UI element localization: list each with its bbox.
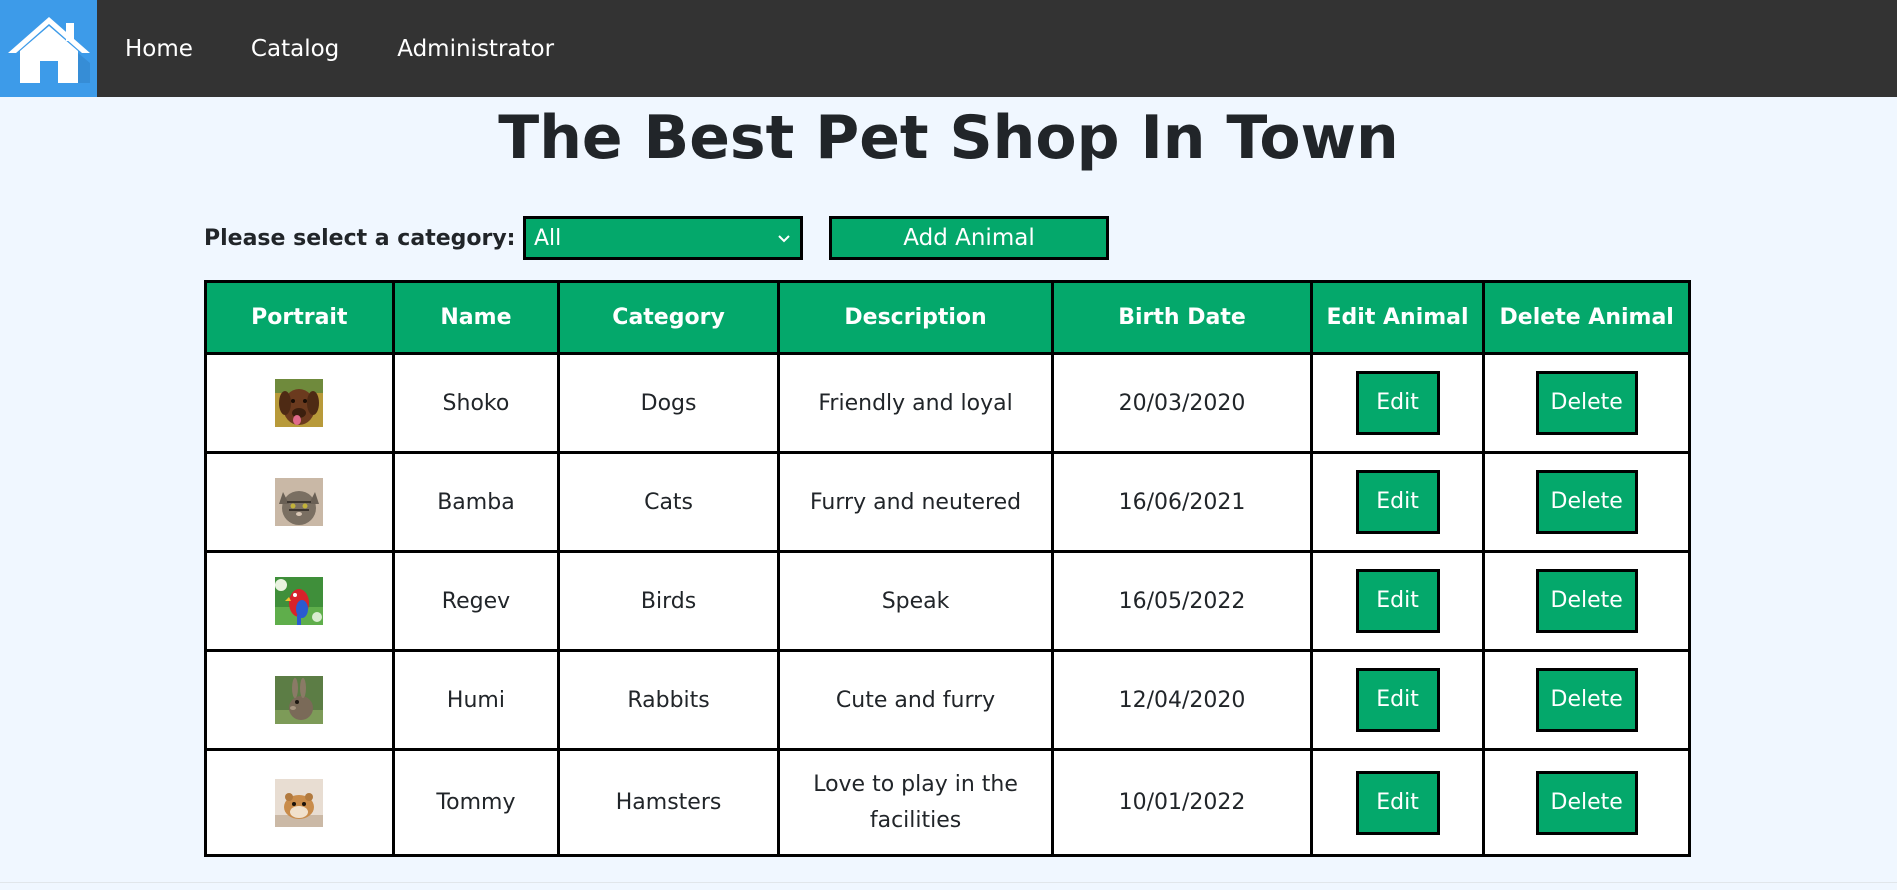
cell-name: Bamba (391, 451, 561, 553)
delete-button[interactable]: Delete (1535, 569, 1638, 633)
add-animal-button[interactable]: Add Animal (829, 216, 1109, 260)
hamster-portrait (275, 778, 324, 827)
edit-button[interactable]: Edit (1355, 371, 1440, 435)
delete-button[interactable]: Delete (1535, 371, 1638, 435)
header-description: Description (776, 280, 1055, 355)
delete-button[interactable]: Delete (1535, 470, 1638, 534)
header-birth-date: Birth Date (1051, 280, 1313, 355)
cell-name: Tommy (391, 748, 561, 857)
nav-home[interactable]: Home (125, 36, 193, 62)
header-name: Name (391, 280, 561, 355)
nav-catalog[interactable]: Catalog (251, 36, 339, 62)
cell-description: Speak (776, 550, 1055, 652)
home-logo[interactable] (0, 0, 97, 97)
cell-birth-date: 10/01/2022 (1051, 748, 1313, 857)
parrot-portrait (275, 577, 324, 625)
nav-administrator[interactable]: Administrator (397, 36, 554, 62)
header-category: Category (557, 280, 780, 355)
cat-portrait (275, 478, 324, 526)
chevron-down-icon (778, 235, 790, 243)
cell-birth-date: 12/04/2020 (1051, 649, 1313, 751)
edit-button[interactable]: Edit (1355, 668, 1440, 732)
cell-name: Regev (391, 550, 561, 652)
cell-name: Shoko (391, 352, 561, 454)
table-row: Bamba Cats Furry and neutered 16/06/2021… (204, 451, 1691, 553)
delete-button[interactable]: Delete (1535, 668, 1638, 732)
cell-birth-date: 16/06/2021 (1051, 451, 1313, 553)
table-row: Tommy Hamsters Love to play in the facil… (204, 748, 1691, 857)
category-label: Please select a category: (204, 225, 516, 251)
cell-category: Dogs (557, 352, 780, 454)
category-select[interactable]: All (523, 216, 803, 260)
cell-category: Hamsters (557, 748, 780, 857)
header-delete-animal: Delete Animal (1482, 280, 1691, 355)
edit-button[interactable]: Edit (1355, 470, 1440, 534)
edit-button[interactable]: Edit (1355, 569, 1440, 633)
delete-button[interactable]: Delete (1535, 770, 1638, 835)
cell-category: Cats (557, 451, 780, 553)
cell-category: Rabbits (557, 649, 780, 751)
controls-bar: Please select a category: All Add Animal (204, 216, 1109, 260)
cell-description: Furry and neutered (776, 451, 1055, 553)
rabbit-portrait (275, 676, 324, 724)
cell-description: Friendly and loyal (776, 352, 1055, 454)
table-row: Humi Rabbits Cute and furry 12/04/2020 E… (204, 649, 1691, 751)
table-row: Regev Birds Speak 16/05/2022 Edit Delete (204, 550, 1691, 652)
cell-name: Humi (391, 649, 561, 751)
table-row: Shoko Dogs Friendly and loyal 20/03/2020… (204, 352, 1691, 454)
table-header-row: Portrait Name Category Description Birth… (204, 280, 1691, 355)
cell-category: Birds (557, 550, 780, 652)
page-title: The Best Pet Shop In Town (498, 103, 1399, 173)
navbar: Home Catalog Administrator (0, 0, 1897, 97)
header-edit-animal: Edit Animal (1309, 280, 1486, 355)
animals-table: Portrait Name Category Description Birth… (204, 280, 1691, 857)
cell-description: Love to play in the facilities (776, 748, 1055, 857)
cell-birth-date: 20/03/2020 (1051, 352, 1313, 454)
category-select-value: All (534, 225, 562, 251)
footer-divider (0, 882, 1897, 883)
dog-portrait (275, 379, 324, 427)
cell-description: Cute and furry (776, 649, 1055, 751)
header-portrait: Portrait (204, 280, 395, 355)
home-icon (7, 16, 90, 83)
edit-button[interactable]: Edit (1355, 770, 1440, 835)
cell-birth-date: 16/05/2022 (1051, 550, 1313, 652)
